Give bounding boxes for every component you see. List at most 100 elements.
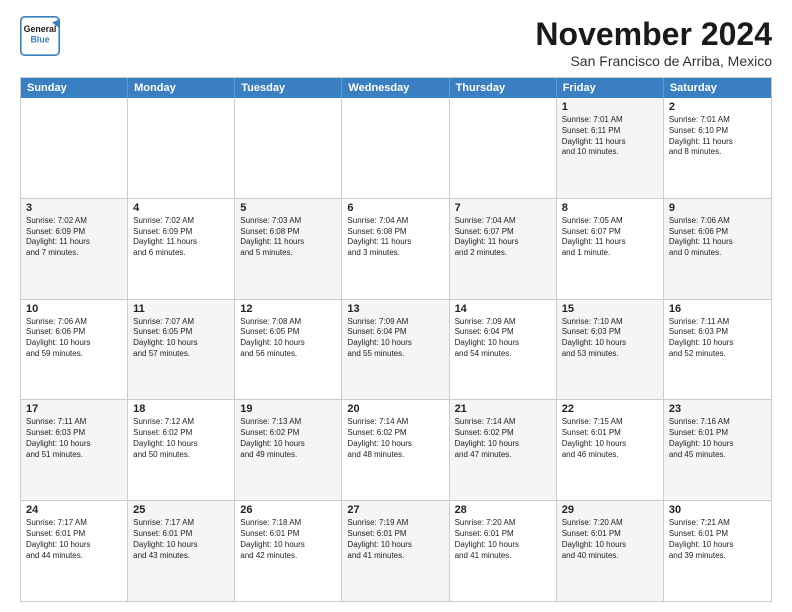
day-cell-10: 10 Sunrise: 7:06 AM Sunset: 6:06 PM Dayli… <box>21 300 128 400</box>
calendar-row-1: 1Sunrise: 7:01 AM Sunset: 6:11 PM Daylig… <box>21 98 771 198</box>
day-info: Sunrise: 7:06 AM Sunset: 6:06 PM Dayligh… <box>26 317 122 360</box>
day-info: Sunrise: 7:20 AM Sunset: 6:01 PM Dayligh… <box>455 518 551 561</box>
day-cell-23: 23Sunrise: 7:16 AM Sunset: 6:01 PM Dayli… <box>664 400 771 500</box>
calendar-header: SundayMondayTuesdayWednesdayThursdayFrid… <box>21 78 771 98</box>
day-cell-21: 21 Sunrise: 7:14 AM Sunset: 6:02 PM Dayli… <box>450 400 557 500</box>
day-number: 27 <box>347 504 443 516</box>
weekday-header-friday: Friday <box>557 78 664 98</box>
day-number: 14 <box>455 303 551 315</box>
day-cell-1: 1Sunrise: 7:01 AM Sunset: 6:11 PM Daylig… <box>557 98 664 198</box>
day-number: 26 <box>240 504 336 516</box>
calendar-row-3: 10 Sunrise: 7:06 AM Sunset: 6:06 PM Dayli… <box>21 299 771 400</box>
day-cell-12: 12Sunrise: 7:08 AM Sunset: 6:05 PM Dayli… <box>235 300 342 400</box>
day-info: Sunrise: 7:19 AM Sunset: 6:01 PM Dayligh… <box>347 518 443 561</box>
day-number: 19 <box>240 403 336 415</box>
day-number: 5 <box>240 202 336 214</box>
day-number: 4 <box>133 202 229 214</box>
day-info: Sunrise: 7:10 AM Sunset: 6:03 PM Dayligh… <box>562 317 658 360</box>
day-info: Sunrise: 7:09 AM Sunset: 6:04 PM Dayligh… <box>455 317 551 360</box>
day-cell-5: 5 Sunrise: 7:03 AM Sunset: 6:08 PM Daylig… <box>235 199 342 299</box>
day-cell-22: 22 Sunrise: 7:15 AM Sunset: 6:01 PM Dayli… <box>557 400 664 500</box>
day-info: Sunrise: 7:17 AM Sunset: 6:01 PM Dayligh… <box>133 518 229 561</box>
svg-text:General: General <box>24 24 57 34</box>
day-info: Sunrise: 7:21 AM Sunset: 6:01 PM Dayligh… <box>669 518 766 561</box>
day-info: Sunrise: 7:07 AM Sunset: 6:05 PM Dayligh… <box>133 317 229 360</box>
day-number: 9 <box>669 202 766 214</box>
day-cell-8: 8 Sunrise: 7:05 AM Sunset: 6:07 PM Daylig… <box>557 199 664 299</box>
day-cell-27: 27 Sunrise: 7:19 AM Sunset: 6:01 PM Dayli… <box>342 501 449 601</box>
day-number: 17 <box>26 403 122 415</box>
day-info: Sunrise: 7:15 AM Sunset: 6:01 PM Dayligh… <box>562 417 658 460</box>
day-cell-20: 20 Sunrise: 7:14 AM Sunset: 6:02 PM Dayli… <box>342 400 449 500</box>
empty-cell-0-2 <box>235 98 342 198</box>
weekday-header-monday: Monday <box>128 78 235 98</box>
day-number: 8 <box>562 202 658 214</box>
svg-text:Blue: Blue <box>30 34 49 44</box>
day-number: 13 <box>347 303 443 315</box>
title-block: November 2024 San Francisco de Arriba, M… <box>535 16 772 69</box>
weekday-header-tuesday: Tuesday <box>235 78 342 98</box>
day-number: 30 <box>669 504 766 516</box>
day-cell-4: 4Sunrise: 7:02 AM Sunset: 6:09 PM Daylig… <box>128 199 235 299</box>
day-number: 18 <box>133 403 229 415</box>
day-number: 29 <box>562 504 658 516</box>
day-cell-15: 15Sunrise: 7:10 AM Sunset: 6:03 PM Dayli… <box>557 300 664 400</box>
page: General Blue November 2024 San Francisco… <box>0 0 792 612</box>
empty-cell-0-3 <box>342 98 449 198</box>
day-cell-26: 26 Sunrise: 7:18 AM Sunset: 6:01 PM Dayli… <box>235 501 342 601</box>
calendar: SundayMondayTuesdayWednesdayThursdayFrid… <box>20 77 772 602</box>
calendar-row-2: 3Sunrise: 7:02 AM Sunset: 6:09 PM Daylig… <box>21 198 771 299</box>
day-info: Sunrise: 7:13 AM Sunset: 6:02 PM Dayligh… <box>240 417 336 460</box>
day-info: Sunrise: 7:18 AM Sunset: 6:01 PM Dayligh… <box>240 518 336 561</box>
day-number: 25 <box>133 504 229 516</box>
logo-icon: General Blue <box>20 16 60 56</box>
weekday-header-saturday: Saturday <box>664 78 771 98</box>
day-cell-29: 29 Sunrise: 7:20 AM Sunset: 6:01 PM Dayli… <box>557 501 664 601</box>
day-info: Sunrise: 7:11 AM Sunset: 6:03 PM Dayligh… <box>669 317 766 360</box>
calendar-body: 1Sunrise: 7:01 AM Sunset: 6:11 PM Daylig… <box>21 98 771 601</box>
day-number: 28 <box>455 504 551 516</box>
header: General Blue November 2024 San Francisco… <box>20 16 772 69</box>
day-info: Sunrise: 7:04 AM Sunset: 6:08 PM Dayligh… <box>347 216 443 259</box>
calendar-row-5: 24Sunrise: 7:17 AM Sunset: 6:01 PM Dayli… <box>21 500 771 601</box>
empty-cell-0-4 <box>450 98 557 198</box>
day-info: Sunrise: 7:11 AM Sunset: 6:03 PM Dayligh… <box>26 417 122 460</box>
day-number: 7 <box>455 202 551 214</box>
day-cell-13: 13 Sunrise: 7:09 AM Sunset: 6:04 PM Dayli… <box>342 300 449 400</box>
day-cell-16: 16 Sunrise: 7:11 AM Sunset: 6:03 PM Dayli… <box>664 300 771 400</box>
day-cell-6: 6 Sunrise: 7:04 AM Sunset: 6:08 PM Daylig… <box>342 199 449 299</box>
day-number: 22 <box>562 403 658 415</box>
weekday-header-sunday: Sunday <box>21 78 128 98</box>
day-cell-19: 19 Sunrise: 7:13 AM Sunset: 6:02 PM Dayli… <box>235 400 342 500</box>
day-number: 12 <box>240 303 336 315</box>
day-cell-14: 14 Sunrise: 7:09 AM Sunset: 6:04 PM Dayli… <box>450 300 557 400</box>
day-info: Sunrise: 7:09 AM Sunset: 6:04 PM Dayligh… <box>347 317 443 360</box>
day-info: Sunrise: 7:17 AM Sunset: 6:01 PM Dayligh… <box>26 518 122 561</box>
day-info: Sunrise: 7:14 AM Sunset: 6:02 PM Dayligh… <box>347 417 443 460</box>
day-number: 16 <box>669 303 766 315</box>
day-info: Sunrise: 7:06 AM Sunset: 6:06 PM Dayligh… <box>669 216 766 259</box>
day-cell-11: 11 Sunrise: 7:07 AM Sunset: 6:05 PM Dayli… <box>128 300 235 400</box>
day-cell-28: 28 Sunrise: 7:20 AM Sunset: 6:01 PM Dayli… <box>450 501 557 601</box>
day-number: 20 <box>347 403 443 415</box>
day-cell-24: 24Sunrise: 7:17 AM Sunset: 6:01 PM Dayli… <box>21 501 128 601</box>
weekday-header-thursday: Thursday <box>450 78 557 98</box>
day-number: 10 <box>26 303 122 315</box>
day-number: 11 <box>133 303 229 315</box>
day-number: 1 <box>562 101 658 113</box>
day-info: Sunrise: 7:14 AM Sunset: 6:02 PM Dayligh… <box>455 417 551 460</box>
day-cell-7: 7Sunrise: 7:04 AM Sunset: 6:07 PM Daylig… <box>450 199 557 299</box>
day-info: Sunrise: 7:12 AM Sunset: 6:02 PM Dayligh… <box>133 417 229 460</box>
day-cell-2: 2Sunrise: 7:01 AM Sunset: 6:10 PM Daylig… <box>664 98 771 198</box>
day-info: Sunrise: 7:05 AM Sunset: 6:07 PM Dayligh… <box>562 216 658 259</box>
logo: General Blue <box>20 16 60 56</box>
day-number: 3 <box>26 202 122 214</box>
day-info: Sunrise: 7:20 AM Sunset: 6:01 PM Dayligh… <box>562 518 658 561</box>
day-number: 23 <box>669 403 766 415</box>
day-number: 6 <box>347 202 443 214</box>
day-info: Sunrise: 7:03 AM Sunset: 6:08 PM Dayligh… <box>240 216 336 259</box>
day-cell-18: 18 Sunrise: 7:12 AM Sunset: 6:02 PM Dayli… <box>128 400 235 500</box>
day-number: 21 <box>455 403 551 415</box>
day-number: 2 <box>669 101 766 113</box>
weekday-header-wednesday: Wednesday <box>342 78 449 98</box>
